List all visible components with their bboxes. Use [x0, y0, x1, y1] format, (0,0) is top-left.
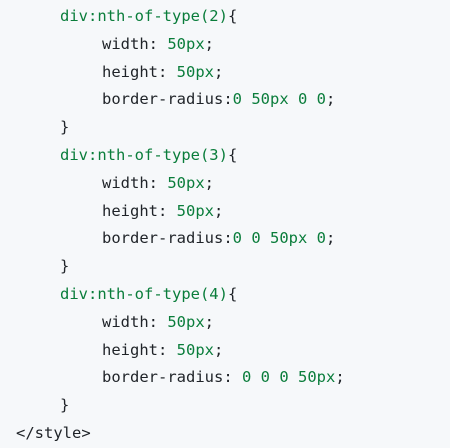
css-semicolon: ; — [204, 173, 215, 192]
open-brace: { — [227, 145, 238, 164]
css-semicolon: ; — [214, 201, 224, 220]
css-selector-line: div:nth-of-type(2){ — [0, 3, 450, 31]
css-semicolon: ; — [204, 34, 215, 53]
css-separator: : — [158, 340, 177, 359]
code-block: div:nth-of-type(2){ width: 50px; height:… — [0, 0, 450, 444]
css-separator: : — [148, 34, 168, 53]
css-property: width — [102, 312, 149, 331]
css-property: border-radius — [102, 368, 224, 387]
css-selector: div:nth-of-type(4) — [60, 284, 228, 303]
open-brace: { — [227, 7, 238, 25]
css-semicolon: ; — [326, 90, 336, 109]
css-selector: div:nth-of-type(2) — [60, 7, 228, 25]
css-value: 0 50px 0 0 — [232, 90, 326, 109]
css-rule-line: height: 50px; — [0, 198, 450, 226]
css-rule-line: width: 50px; — [0, 170, 450, 198]
closing-tag-text: </style> — [16, 423, 91, 442]
css-property: height — [102, 340, 158, 359]
css-semicolon: ; — [335, 368, 345, 387]
css-separator: : — [148, 312, 168, 331]
css-property: width — [102, 34, 149, 53]
css-property: border-radius — [102, 90, 224, 109]
css-property: width — [102, 173, 149, 192]
css-rule-line: border-radius:0 50px 0 0; — [0, 86, 450, 114]
css-value: 0 0 0 50px — [242, 368, 336, 387]
css-selector-line: div:nth-of-type(4){ — [0, 281, 450, 309]
css-separator: : — [223, 90, 233, 109]
css-rule-line: height: 50px; — [0, 59, 450, 87]
css-value: 50px — [176, 201, 214, 220]
css-value: 50px — [176, 62, 214, 81]
css-value: 0 0 50px 0 — [232, 229, 326, 248]
css-semicolon: ; — [214, 340, 224, 359]
css-separator: : — [223, 229, 233, 248]
close-brace-line: } — [0, 392, 450, 420]
css-value: 50px — [167, 34, 205, 53]
css-semicolon: ; — [214, 62, 224, 81]
css-value: 50px — [176, 340, 214, 359]
css-rule-line: height: 50px; — [0, 337, 450, 365]
css-separator: : — [148, 173, 168, 192]
open-brace: { — [227, 284, 238, 303]
css-separator: : — [158, 62, 177, 81]
css-rule-line: width: 50px; — [0, 309, 450, 337]
close-brace: } — [60, 257, 70, 276]
css-semicolon: ; — [326, 229, 336, 248]
css-rule-line: width: 50px; — [0, 31, 450, 59]
css-value: 50px — [167, 312, 205, 331]
css-property: border-radius — [102, 229, 224, 248]
close-brace-line: } — [0, 114, 450, 142]
css-selector: div:nth-of-type(3) — [60, 145, 228, 164]
css-value: 50px — [167, 173, 205, 192]
css-rule-line: border-radius: 0 0 0 50px; — [0, 364, 450, 392]
css-property: height — [102, 201, 158, 220]
close-brace: } — [60, 118, 70, 137]
css-separator: : — [223, 368, 242, 387]
css-semicolon: ; — [204, 312, 215, 331]
close-brace: } — [60, 396, 70, 415]
close-brace-line: } — [0, 253, 450, 281]
css-selector-line: div:nth-of-type(3){ — [0, 142, 450, 170]
css-separator: : — [158, 201, 177, 220]
css-property: height — [102, 62, 158, 81]
css-rule-line: border-radius:0 0 50px 0; — [0, 225, 450, 253]
